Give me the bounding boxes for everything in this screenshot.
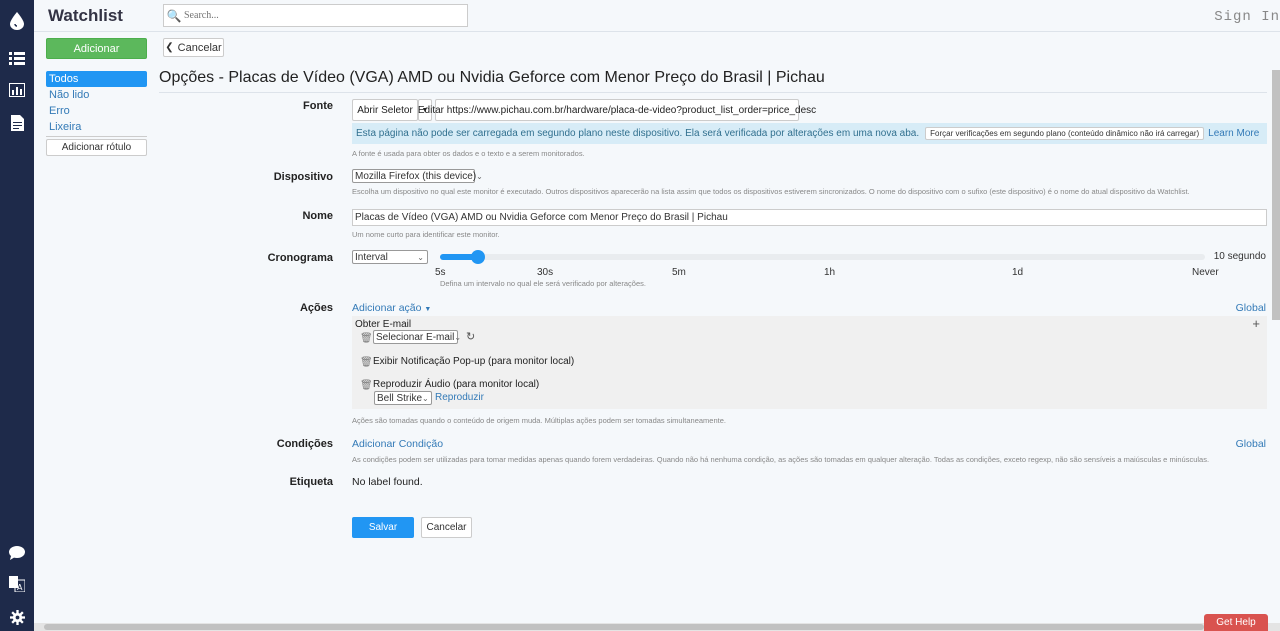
search-box[interactable]: 🔍 (163, 4, 468, 27)
sidebar-item-lixeira[interactable]: Lixeira (46, 119, 147, 135)
audio-select[interactable]: Bell Strike ⌄ (374, 391, 432, 405)
schedule-tick-1h: 1h (824, 267, 836, 278)
app-brand[interactable]: Watchlist (48, 6, 123, 26)
caret-down-icon: ▼ (424, 306, 432, 313)
schedule-value: 10 segundo (1213, 251, 1266, 262)
edit-url-button[interactable]: Editar https://www.pichau.com.br/hardwar… (418, 99, 816, 121)
learn-more-link[interactable]: Learn More (1208, 128, 1259, 139)
source-help: A fonte é usada para obter os dados e o … (352, 149, 585, 158)
conditions-global-link[interactable]: Global (1236, 438, 1266, 450)
tag-value: No label found. (352, 476, 423, 488)
popup-action-label: Exibir Notificação Pop-up (para monitor … (373, 356, 575, 367)
warning-text: Esta página não pode ser carregada em se… (356, 128, 920, 139)
sidebar-item-nao-lido[interactable]: Não lido (46, 87, 147, 103)
background-warning-alert: Esta página não pode ser carregada em se… (352, 123, 1267, 144)
device-help: Escolha um dispositivo no qual este moni… (352, 187, 1190, 196)
add-monitor-button[interactable]: Adicionar (46, 38, 147, 59)
device-label: Dispositivo (273, 171, 333, 183)
schedule-type-value: Interval (355, 251, 388, 263)
add-condition-link[interactable]: Adicionar Condição (352, 438, 443, 450)
trash-icon[interactable]: 🗑 (360, 333, 373, 344)
translate-icon[interactable]: A (0, 572, 34, 596)
schedule-slider-track[interactable] (440, 254, 1205, 260)
schedule-tick-never: Never (1192, 267, 1219, 278)
header-divider (34, 31, 1280, 32)
search-icon: 🔍 (166, 8, 182, 23)
open-selector-button[interactable]: Abrir Seletor (352, 99, 418, 121)
back-cancel-label: Cancelar (177, 41, 222, 54)
add-action-label: Adicionar ação (352, 302, 422, 314)
force-background-button[interactable]: Forçar verificações em segundo plano (co… (925, 127, 1205, 140)
schedule-label: Cronograma (267, 252, 333, 264)
chevron-down-icon: ⌄ (454, 332, 462, 342)
add-label-button[interactable]: Adicionar rótulo (46, 139, 147, 156)
plus-icon[interactable]: + (1252, 316, 1260, 331)
refresh-icon[interactable]: ↻ (466, 330, 475, 343)
name-input[interactable]: Placas de Vídeo (VGA) AMD ou Nvidia Gefo… (352, 209, 1267, 226)
vertical-scrollbar[interactable] (1272, 70, 1280, 320)
save-button[interactable]: Salvar (352, 517, 414, 538)
page-title: Opções - Placas de Vídeo (VGA) AMD ou Nv… (159, 69, 825, 86)
cancel-button[interactable]: Cancelar (421, 517, 472, 538)
schedule-type-select[interactable]: Interval ⌄ (352, 250, 428, 264)
email-select-value: Selecionar E-mail (376, 331, 455, 343)
chart-icon[interactable] (0, 78, 34, 102)
title-divider (159, 92, 1267, 93)
trash-icon[interactable]: 🗑 (360, 357, 373, 368)
chat-icon[interactable] (0, 541, 34, 565)
sign-in-link[interactable]: Sign In (1214, 9, 1280, 25)
get-help-button[interactable]: Get Help (1204, 614, 1268, 631)
schedule-tick-5s: 5s (435, 267, 446, 278)
conditions-help: As condições podem ser utilizadas para t… (352, 455, 1210, 464)
chevron-left-icon: ❮ (165, 42, 174, 53)
actions-help: Ações são tomadas quando o conteúdo de o… (352, 416, 726, 425)
svg-text:A: A (17, 583, 23, 592)
add-action-dropdown[interactable]: Adicionar ação ▼ (352, 302, 431, 314)
trash-icon[interactable]: 🗑 (360, 380, 373, 391)
schedule-tick-5m: 5m (672, 267, 686, 278)
app-rail: A (0, 0, 34, 631)
back-cancel-button[interactable]: ❮ Cancelar (163, 38, 224, 57)
actions-label: Ações (299, 302, 333, 314)
device-select[interactable]: Mozilla Firefox (this device) ⌄ (352, 169, 483, 183)
schedule-tick-1d: 1d (1012, 267, 1024, 278)
settings-gear-icon[interactable] (0, 605, 34, 629)
tag-label: Etiqueta (289, 476, 333, 488)
sidebar-filter-list: Todos Não lido Erro Lixeira (46, 71, 147, 135)
logo-drop-icon[interactable] (0, 9, 34, 33)
chevron-down-icon: ⌄ (417, 252, 424, 262)
sidebar-divider (46, 136, 147, 137)
device-value: Mozilla Firefox (this device) (355, 170, 477, 182)
name-help: Um nome curto para identificar este moni… (352, 230, 500, 239)
audio-select-value: Bell Strike (377, 392, 423, 404)
source-label: Fonte (303, 100, 333, 112)
chevron-down-icon: ⌄ (476, 171, 483, 181)
email-action-title: Obter E-mail (355, 319, 412, 330)
name-label: Nome (302, 210, 333, 222)
schedule-tick-30s: 30s (537, 267, 554, 278)
sidebar-item-todos[interactable]: Todos (46, 71, 147, 87)
actions-global-link[interactable]: Global (1236, 302, 1266, 314)
search-input[interactable] (184, 6, 467, 25)
schedule-slider-handle[interactable] (471, 250, 486, 264)
document-icon[interactable] (0, 111, 34, 135)
horizontal-scroll-thumb[interactable] (44, 624, 1204, 630)
list-icon[interactable] (0, 46, 34, 70)
play-audio-link[interactable]: Reproduzir (435, 392, 484, 403)
conditions-label: Condições (276, 438, 333, 450)
audio-action-label: Reproduzir Áudio (para monitor local) (373, 379, 540, 390)
chevron-down-icon: ⌄ (422, 393, 429, 403)
email-select[interactable]: Selecionar E-mail ⌄ (373, 330, 461, 344)
sidebar-item-erro[interactable]: Erro (46, 103, 147, 119)
schedule-help: Defina um intervalo no qual ele será ver… (440, 279, 646, 288)
